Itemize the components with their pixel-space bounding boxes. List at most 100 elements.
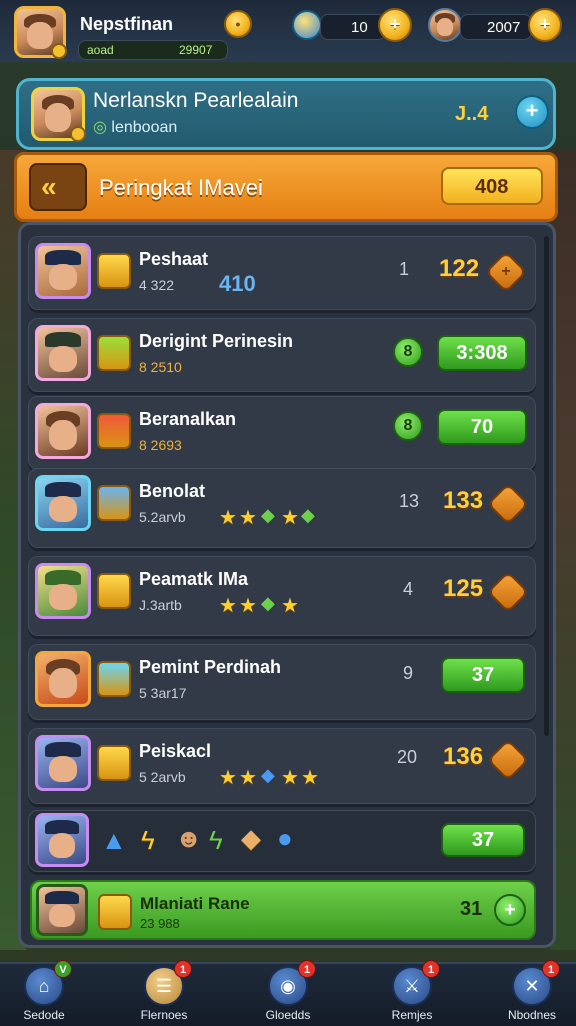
top-bar: Nepstfinan aoad 29907 • 10 + 2007 + <box>0 0 576 62</box>
row-sub: 8 2510 <box>139 359 182 375</box>
star-icon: ★ <box>219 507 237 529</box>
row-rank: 20 <box>397 747 418 767</box>
gem-icon: ◆ <box>301 505 315 525</box>
profile-add-button[interactable]: + <box>515 95 549 129</box>
chest-icon <box>97 661 131 697</box>
list-item[interactable]: Derigint Perinesin 8 2510 8 3:308 <box>28 318 536 392</box>
row-action-button[interactable]: 70 <box>437 409 527 445</box>
row-rank: 1 <box>399 259 410 279</box>
my-avatar <box>36 884 88 936</box>
star-icon: ★ <box>239 595 257 617</box>
helmet-unit-icon[interactable]: ● <box>277 823 293 854</box>
player-stats-bar: aoad 29907 <box>78 40 228 60</box>
currency2-value: 2007 <box>487 19 521 36</box>
nav-item-remjes[interactable]: ⚔ 1 Remjes <box>372 960 452 1026</box>
nav-label: Nbodnes <box>507 1008 557 1022</box>
row-sub: 5 3ar17 <box>139 685 187 701</box>
currency1-value: 10 <box>351 19 368 36</box>
star-icon: ★ <box>219 595 237 617</box>
lightning-icon[interactable]: ϟ <box>141 825 155 856</box>
row-rank: 9 <box>403 663 414 683</box>
my-rank-row[interactable]: Mlaniati Rane 23 988 31 + <box>30 880 536 940</box>
row-score: 133 <box>443 487 484 514</box>
star-icon: ★ <box>281 767 299 789</box>
list-item[interactable]: Benolat 5.2arvb ★ ★ ◆ ★ ◆ 13 133 <box>28 468 536 548</box>
profile-value: J..4 <box>455 103 489 125</box>
soldier-unit-icon[interactable]: ☻ <box>175 823 202 854</box>
gold-coin-icon: • <box>224 10 252 38</box>
nav-item-sedode[interactable]: ⌂ V Sedode <box>4 960 84 1026</box>
row-name: Beranalkan <box>139 409 237 429</box>
hex-coin-icon <box>486 738 530 782</box>
profile-avatar <box>31 87 86 142</box>
my-plus-button[interactable]: + <box>494 894 526 926</box>
nav-item-gloedds[interactable]: ◉ 1 Gloedds <box>248 960 328 1026</box>
row-avatar <box>35 735 91 791</box>
banner-title: Peringkat IMavei <box>99 175 263 200</box>
my-name: Mlaniati Rane <box>140 894 250 913</box>
list-scrollbar[interactable] <box>544 236 549 736</box>
nav-notif: 1 <box>422 960 440 978</box>
currency2-bar: 2007 <box>460 14 532 40</box>
profile-panel[interactable]: Nerlanskn Pearlealain ◎ lenbooan J..4 + <box>16 78 556 150</box>
chest-icon <box>97 745 131 781</box>
chest-icon <box>97 485 131 521</box>
nav-notif: 1 <box>298 960 316 978</box>
gem-icon: ◆ <box>261 593 275 613</box>
row-sub: 4 322 <box>139 277 175 293</box>
unit-action-button[interactable]: 37 <box>441 823 525 857</box>
row-avatar <box>35 475 91 531</box>
my-value: 31 <box>460 898 483 920</box>
row-rank: 13 <box>399 491 420 511</box>
chest-icon <box>97 335 131 371</box>
unit-row[interactable]: ▲ ϟ ☻ ϟ ◆ ● 37 <box>28 810 536 872</box>
banner-value-box: 408 <box>441 167 543 205</box>
row-avatar <box>35 325 91 381</box>
nav-label: Gloedds <box>265 1008 311 1022</box>
hex-coin-icon <box>486 570 530 614</box>
profile-subtitle: ◎ lenbooan <box>93 119 178 136</box>
row-score: 136 <box>443 743 484 770</box>
green-bolt-icon[interactable]: ϟ <box>209 825 223 856</box>
row-name: Derigint Perinesin <box>139 331 294 351</box>
list-item[interactable]: Peamatk IMa J.3artb ★ ★ ◆ ★ 4 125 <box>28 556 536 636</box>
nav-notif: 1 <box>174 960 192 978</box>
leaderboard-banner: « Peringkat IMavei 408 <box>14 152 558 222</box>
bottom-nav: ⌂ V Sedode ☰ 1 Flernoes ◉ 1 Gloedds ⚔ 1 … <box>0 960 576 1026</box>
gem-icon: ◆ <box>261 505 275 525</box>
row-icons-value: 410 <box>219 271 256 296</box>
player-avatar[interactable] <box>14 6 67 59</box>
row-badge: 8 <box>393 337 423 367</box>
currency2-plus-icon[interactable]: + <box>528 8 562 42</box>
nav-item-nbodnes[interactable]: ✕ 1 Nbodnes <box>492 960 572 1026</box>
row-name: Peiskacl <box>139 741 212 761</box>
chest-icon <box>97 573 131 609</box>
nav-item-flernoes[interactable]: ☰ 1 Flernoes <box>124 960 204 1026</box>
player-sub-left: aoad <box>87 43 114 57</box>
row-sub: 5.2arvb <box>139 509 186 525</box>
star-icon: ★ <box>281 595 299 617</box>
back-arrow-icon: « <box>41 171 57 202</box>
star-icon: ★ <box>239 767 257 789</box>
row-rank: 4 <box>403 579 414 599</box>
profile-title: Nerlanskn Pearlealain <box>93 89 299 112</box>
crystal-icon[interactable]: ◆ <box>241 823 261 854</box>
unit-avatar <box>35 813 89 867</box>
currency1-plus-icon[interactable]: + <box>378 8 412 42</box>
list-item[interactable]: Pemint Perdinah 5 3ar17 9 37 <box>28 644 536 720</box>
currency1-bar: 10 <box>320 14 386 40</box>
list-item[interactable]: Peiskacl 5 2arvb ★ ★ ◆ ★ ★ 20 136 <box>28 728 536 804</box>
hex-coin-icon <box>486 482 530 526</box>
list-item[interactable]: Beranalkan 8 2693 8 70 <box>28 396 536 470</box>
list-item[interactable]: Peshaat 4 322 410 1 122 + <box>28 236 536 310</box>
friend-avatar[interactable] <box>428 8 462 42</box>
row-action-button[interactable]: 3:308 <box>437 335 527 371</box>
row-action-button[interactable]: 37 <box>441 657 525 693</box>
back-button[interactable]: « <box>29 163 87 211</box>
nav-label: Sedode <box>23 1008 65 1022</box>
wizard-unit-icon[interactable]: ▲ <box>101 825 127 856</box>
my-sub: 23 988 <box>140 916 180 931</box>
star-icon: ★ <box>281 507 299 529</box>
boost-icon[interactable] <box>292 10 322 40</box>
row-avatar <box>35 651 91 707</box>
